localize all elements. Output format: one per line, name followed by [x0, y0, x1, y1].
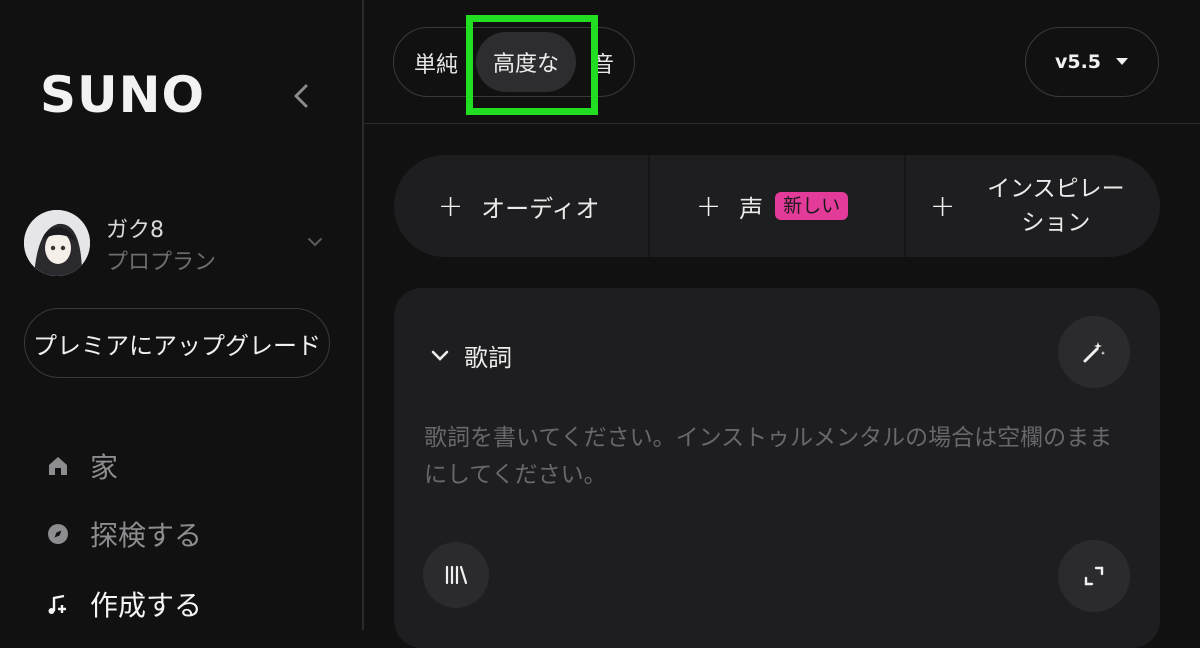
magic-wand-button[interactable] [1058, 316, 1130, 388]
add-audio-label: オーディオ [481, 194, 600, 223]
expand-button[interactable] [1058, 540, 1130, 612]
magic-wand-icon [1083, 342, 1105, 363]
lyrics-input[interactable]: 歌詞を書いてください。インストゥルメンタルの場合は空欄のままにしてください。 [424, 420, 1124, 494]
expand-icon [1084, 566, 1104, 586]
add-options-row: + オーディオ + 声 新しい + インスピレー ション [394, 155, 1160, 257]
add-inspiration-label: インスピレー ション [987, 176, 1125, 236]
version-label: v5.5 [1054, 51, 1102, 73]
music-plus-icon [44, 590, 72, 618]
plus-icon: + [438, 188, 464, 224]
sidebar-item-label: 家 [90, 451, 119, 484]
plus-icon: + [696, 188, 722, 224]
library-icon [445, 565, 468, 585]
version-selector[interactable]: v5.5 [1025, 27, 1159, 97]
header-divider [364, 123, 1200, 124]
chevron-down-icon [431, 350, 449, 361]
collapse-sidebar-icon[interactable] [288, 80, 316, 112]
separator [648, 155, 650, 257]
compass-icon [44, 520, 72, 548]
sidebar-item-explore[interactable]: 探検する [44, 514, 202, 554]
mode-tab-simple[interactable]: 単純 [414, 47, 458, 79]
mode-tab-advanced[interactable]: 高度な [476, 32, 576, 92]
caret-down-icon [1116, 58, 1129, 65]
mode-tab-audio[interactable]: 音 [592, 47, 614, 79]
add-voice-button[interactable]: + 声 新しい [696, 155, 849, 257]
lyrics-toggle[interactable]: 歌詞 [430, 338, 512, 373]
new-badge: 新しい [775, 192, 849, 220]
separator [904, 155, 906, 257]
chevron-down-icon[interactable] [306, 234, 324, 248]
plus-icon: + [930, 188, 956, 224]
sidebar-item-create[interactable]: 作成する [44, 584, 202, 624]
add-voice-label: 声 [739, 194, 764, 223]
sidebar-item-label: 作成する [90, 589, 203, 622]
sidebar-item-home[interactable]: 家 [44, 446, 118, 486]
structure-button[interactable] [423, 542, 489, 608]
sidebar-divider [362, 0, 364, 630]
home-icon [44, 452, 72, 480]
lyrics-title: 歌詞 [464, 344, 512, 372]
user-plan: プロプラン [106, 250, 217, 275]
user-name: ガク8 [106, 218, 164, 243]
add-inspiration-button[interactable]: + インスピレー ション [930, 155, 1125, 257]
add-audio-button[interactable]: + オーディオ [438, 155, 599, 257]
suno-logo: SUNO [40, 66, 205, 124]
avatar[interactable] [24, 210, 90, 276]
sidebar-item-label: 探検する [90, 519, 203, 552]
upgrade-button[interactable]: プレミアにアップグレード [24, 308, 330, 378]
